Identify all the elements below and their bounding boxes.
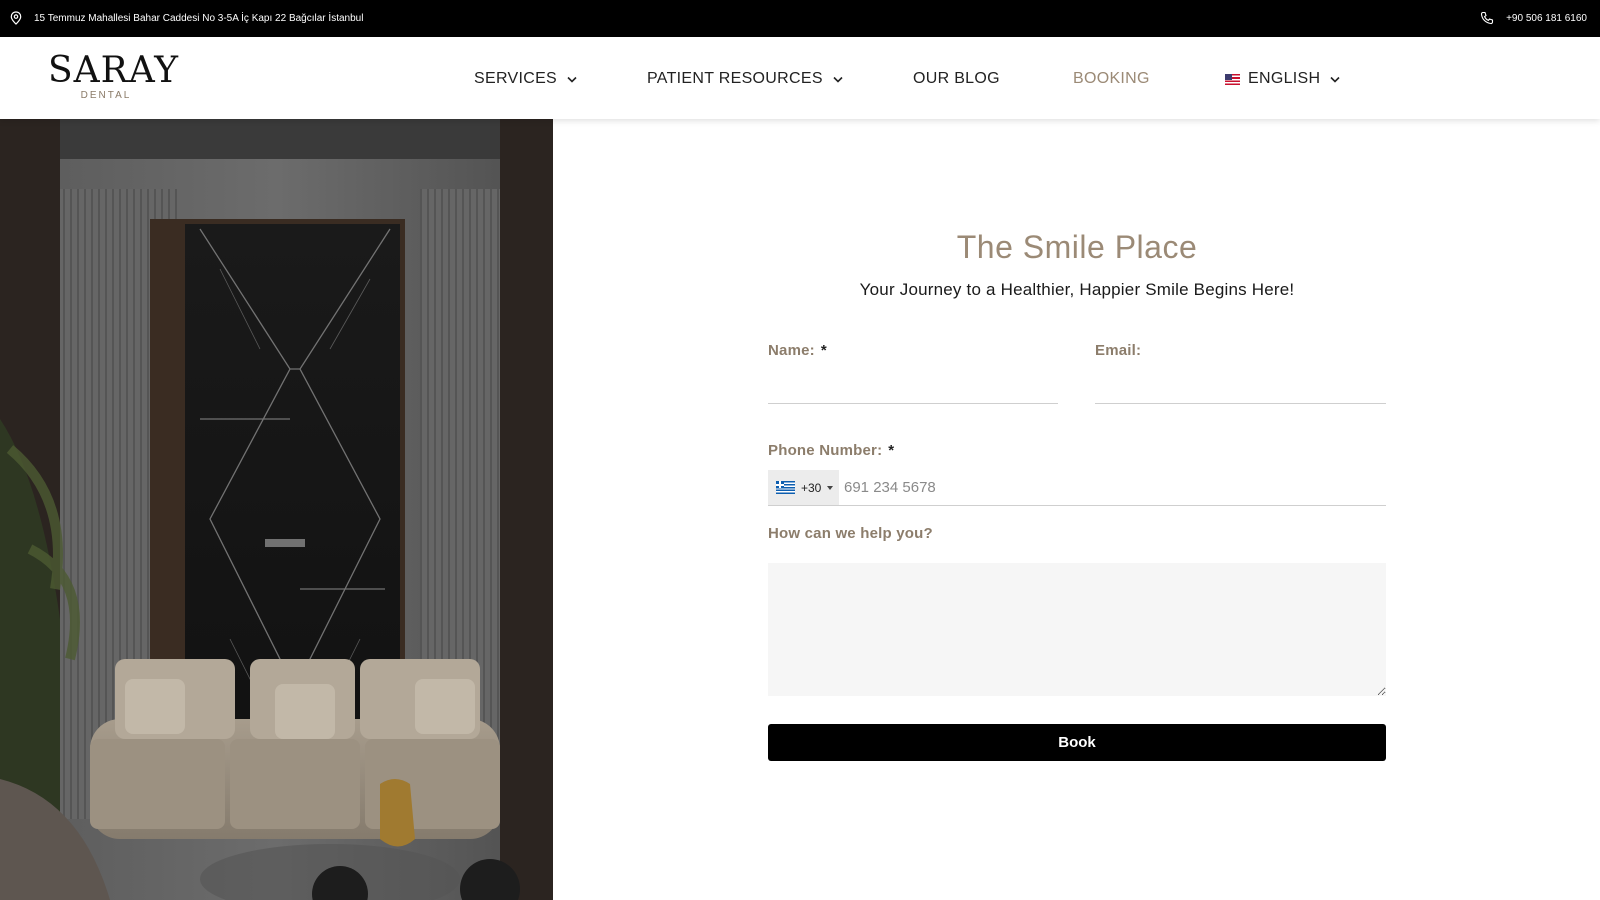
map-pin-icon — [10, 11, 22, 25]
address-block: 15 Temmuz Mahallesi Bahar Caddesi No 3-5… — [10, 11, 363, 25]
email-label: Email: — [1095, 342, 1142, 359]
phone-icon — [1480, 11, 1494, 25]
clinic-interior-image — [0, 119, 553, 900]
required-mark: * — [888, 442, 895, 459]
address-text: 15 Temmuz Mahallesi Bahar Caddesi No 3-5… — [34, 12, 364, 24]
required-mark: * — [820, 342, 827, 359]
form-title: The Smile Place — [956, 229, 1198, 265]
top-info-bar: 15 Temmuz Mahallesi Bahar Caddesi No 3-5… — [0, 0, 1600, 37]
nav-blog-label: OUR BLOG — [913, 70, 1000, 87]
phone-input[interactable] — [844, 470, 1384, 505]
nav-blog[interactable]: OUR BLOG — [913, 70, 1000, 88]
phone-block[interactable]: +90 506 181 6160 — [1480, 11, 1587, 25]
chevron-down-icon — [1330, 76, 1340, 83]
message-textarea[interactable] — [768, 563, 1386, 696]
country-code: +30 — [801, 480, 822, 495]
nav-language-label: ENGLISH — [1248, 70, 1321, 87]
name-label: Name: * — [768, 342, 827, 359]
name-field[interactable] — [768, 368, 1058, 404]
phone-label-text: Phone Number: — [768, 442, 883, 459]
nav-services[interactable]: SERVICES — [474, 70, 577, 88]
help-label: How can we help you? — [768, 525, 933, 542]
nav-patient-resources[interactable]: PATIENT RESOURCES — [647, 70, 843, 88]
country-code-selector[interactable]: +30 — [768, 470, 839, 505]
email-field[interactable] — [1095, 368, 1386, 404]
nav-patient-resources-label: PATIENT RESOURCES — [647, 70, 823, 87]
nav-services-label: SERVICES — [474, 70, 558, 87]
main-navbar: SARAY DENTAL SERVICES PATIENT RESOURCES … — [0, 37, 1600, 119]
us-flag-icon — [1225, 73, 1240, 85]
phone-field-wrapper: +30 — [768, 470, 1386, 506]
nav-booking[interactable]: BOOKING — [1073, 70, 1150, 88]
booking-form: The Smile Place Your Journey to a Health… — [768, 119, 1386, 900]
chevron-down-icon — [567, 76, 577, 83]
logo-subtitle: DENTAL — [80, 90, 132, 101]
nav-language[interactable]: ENGLISH — [1225, 70, 1340, 88]
book-button[interactable]: Book — [768, 724, 1386, 761]
logo-brand: SARAY — [48, 50, 180, 91]
phone-label: Phone Number: * — [768, 442, 894, 459]
nav-booking-label: BOOKING — [1073, 70, 1150, 87]
chevron-down-icon — [833, 76, 843, 83]
form-subtitle: Your Journey to a Healthier, Happier Smi… — [859, 280, 1295, 299]
caret-down-icon — [827, 485, 834, 490]
site-logo[interactable]: SARAY DENTAL — [48, 50, 180, 102]
phone-number[interactable]: +90 506 181 6160 — [1506, 13, 1587, 24]
name-label-text: Name: — [768, 342, 815, 359]
greece-flag-icon — [776, 481, 795, 494]
